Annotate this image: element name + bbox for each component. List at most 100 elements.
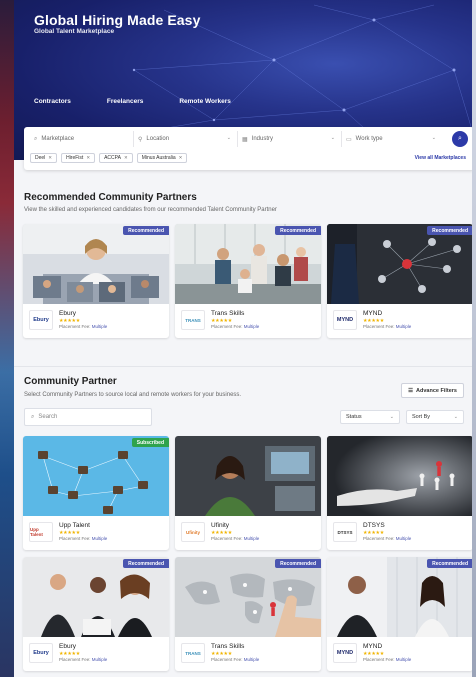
partner-image	[327, 436, 472, 516]
fee-value: Multiple	[91, 324, 108, 329]
placement-fee: Placement Fee: Multiple	[59, 536, 107, 541]
advance-filters-button[interactable]: ☰ Advance Filters	[401, 383, 464, 398]
search-panel: ⌕ Marketplace ⚲ Location ⌄ ▦ Industry ⌄ …	[24, 127, 472, 170]
status-select[interactable]: Status ⌄	[340, 410, 400, 424]
partner-info: MYND MYND ★★★★★ Placement Fee: Multiple	[327, 637, 472, 671]
chip-label: Minus Australia	[141, 155, 176, 161]
placement-fee: Placement Fee: Multiple	[59, 657, 107, 662]
partner-card[interactable]: Recommended TRANS Trans Skills ★★★★★ Pla…	[175, 557, 321, 671]
fee-value: Multiple	[395, 536, 412, 541]
industry-field-label: Industry	[251, 136, 274, 142]
search-button[interactable]: ⌕	[452, 131, 468, 147]
chip-hirefist[interactable]: HireFist ✕	[61, 153, 96, 163]
fee-value: Multiple	[243, 324, 260, 329]
close-icon[interactable]: ✕	[48, 155, 52, 161]
advance-filters-label: Advance Filters	[416, 387, 457, 394]
marketplace-page: Global Hiring Made Easy Global Talent Ma…	[14, 0, 472, 677]
chip-label: ACCPA	[104, 155, 121, 161]
sort-label: Sort By	[412, 414, 431, 420]
chevron-down-icon: ⌄	[226, 135, 231, 141]
marketplace-field-label: Marketplace	[41, 136, 75, 142]
chip-label: HireFist	[66, 155, 84, 161]
hero-tabs: Contractors Freelancers Remote Workers	[34, 98, 231, 105]
partner-card[interactable]: Ufinity Ufinity ★★★★★ Placement Fee: Mul…	[175, 436, 321, 550]
placement-fee: Placement Fee: Multiple	[363, 324, 411, 329]
partner-card[interactable]: Recommended MYND MYND ★★★★★ Placement Fe…	[327, 224, 472, 338]
search-input[interactable]: ⌕ Search	[24, 408, 152, 426]
briefcase-icon: ▭	[346, 136, 352, 143]
fee-label: Placement Fee:	[211, 536, 243, 541]
fee-label: Placement Fee:	[211, 657, 243, 662]
close-icon[interactable]: ✕	[86, 155, 90, 161]
chevron-down-icon: ⌄	[453, 414, 458, 420]
partner-image: Recommended	[175, 224, 321, 304]
fee-value: Multiple	[243, 536, 260, 541]
chip-accpa[interactable]: ACCPA ✕	[99, 153, 133, 163]
partner-logo: MYND	[333, 310, 357, 330]
close-icon[interactable]: ✕	[179, 155, 183, 161]
location-field-label: Location	[146, 136, 170, 142]
partner-name: DTSYS	[363, 522, 385, 529]
fee-label: Placement Fee:	[363, 657, 395, 662]
work-type-field-label: Work type	[355, 136, 383, 142]
partner-name: Trans Skills	[211, 643, 245, 650]
partner-image: Recommended	[327, 557, 472, 637]
placement-fee: Placement Fee: Multiple	[59, 324, 107, 329]
chip-deel[interactable]: Deel ✕	[30, 153, 58, 163]
recommended-badge: Recommended	[123, 559, 169, 568]
industry-field[interactable]: ▦ Industry ⌄	[238, 131, 342, 147]
tab-remote-workers[interactable]: Remote Workers	[179, 98, 231, 105]
tab-contractors[interactable]: Contractors	[34, 98, 71, 105]
recommended-title: Recommended Community Partners	[24, 192, 197, 203]
partner-info: MYND MYND ★★★★★ Placement Fee: Multiple	[327, 304, 472, 338]
fee-value: Multiple	[395, 657, 412, 662]
partner-info: Ufinity Ufinity ★★★★★ Placement Fee: Mul…	[175, 516, 321, 550]
partner-info: Ebury Ebury ★★★★★ Placement Fee: Multipl…	[23, 304, 169, 338]
close-icon[interactable]: ✕	[124, 155, 128, 161]
placement-fee: Placement Fee: Multiple	[363, 657, 411, 662]
subscribed-badge: Subscribed	[131, 438, 169, 447]
partner-logo: Upp Talent	[29, 522, 53, 542]
recommended-badge: Recommended	[275, 559, 321, 568]
sort-by-select[interactable]: Sort By ⌄	[406, 410, 464, 424]
location-field[interactable]: ⚲ Location ⌄	[134, 131, 238, 147]
partner-logo: TRANS	[181, 310, 205, 330]
chip-minus-australia[interactable]: Minus Australia ✕	[136, 153, 188, 163]
partner-logo: Ebury	[29, 310, 53, 330]
tab-freelancers[interactable]: Freelancers	[107, 98, 144, 105]
partner-image: Subscribed	[23, 436, 169, 516]
fee-label: Placement Fee:	[59, 536, 91, 541]
partner-card[interactable]: Recommended MYND MYND ★★★★★ Placement Fe…	[327, 557, 472, 671]
search-icon: ⌕	[458, 135, 462, 142]
partner-card[interactable]: Recommended TRANS Trans Skills ★★★★★ Pla…	[175, 224, 321, 338]
search-placeholder: Search	[38, 414, 58, 420]
partner-info: Upp Talent Upp Talent ★★★★★ Placement Fe…	[23, 516, 169, 550]
chevron-down-icon: ⌄	[389, 414, 394, 420]
community-title: Community Partner	[24, 376, 117, 387]
partner-info: TRANS Trans Skills ★★★★★ Placement Fee: …	[175, 304, 321, 338]
community-description: Select Community Partners to source loca…	[24, 392, 242, 398]
placement-fee: Placement Fee: Multiple	[211, 536, 259, 541]
chevron-down-icon: ⌄	[330, 135, 335, 141]
marketplace-field[interactable]: ⌕ Marketplace	[30, 131, 134, 147]
partner-logo: Ufinity	[181, 522, 205, 542]
work-type-field[interactable]: ▭ Work type ⌄	[342, 131, 442, 147]
partner-card[interactable]: DTSYS DTSYS ★★★★★ Placement Fee: Multipl…	[327, 436, 472, 550]
partner-card[interactable]: Recommended Ebury Ebury ★★★★★ Placement …	[23, 224, 169, 338]
partner-name: Ebury	[59, 643, 76, 650]
partner-card[interactable]: Recommended Ebury Ebury ★★★★★ Placement …	[23, 557, 169, 671]
partner-image: Recommended	[23, 224, 169, 304]
partner-logo: TRANS	[181, 643, 205, 663]
partner-name: Trans Skills	[211, 310, 245, 317]
partner-card[interactable]: Subscribed Upp Talent Upp Talent ★★★★★ P…	[23, 436, 169, 550]
fee-label: Placement Fee:	[363, 536, 395, 541]
fee-label: Placement Fee:	[363, 324, 395, 329]
filter-chips: Deel ✕ HireFist ✕ ACCPA ✕ Minus Australia ✕	[30, 153, 188, 163]
partner-info: TRANS Trans Skills ★★★★★ Placement Fee: …	[175, 637, 321, 671]
fee-value: Multiple	[243, 657, 260, 662]
recommended-description: View the skilled and experienced candida…	[24, 207, 277, 213]
partner-image: Recommended	[23, 557, 169, 637]
partner-logo: MYND	[333, 643, 357, 663]
view-all-marketplaces-link[interactable]: View all Marketplaces	[415, 155, 466, 161]
recommended-badge: Recommended	[427, 226, 472, 235]
